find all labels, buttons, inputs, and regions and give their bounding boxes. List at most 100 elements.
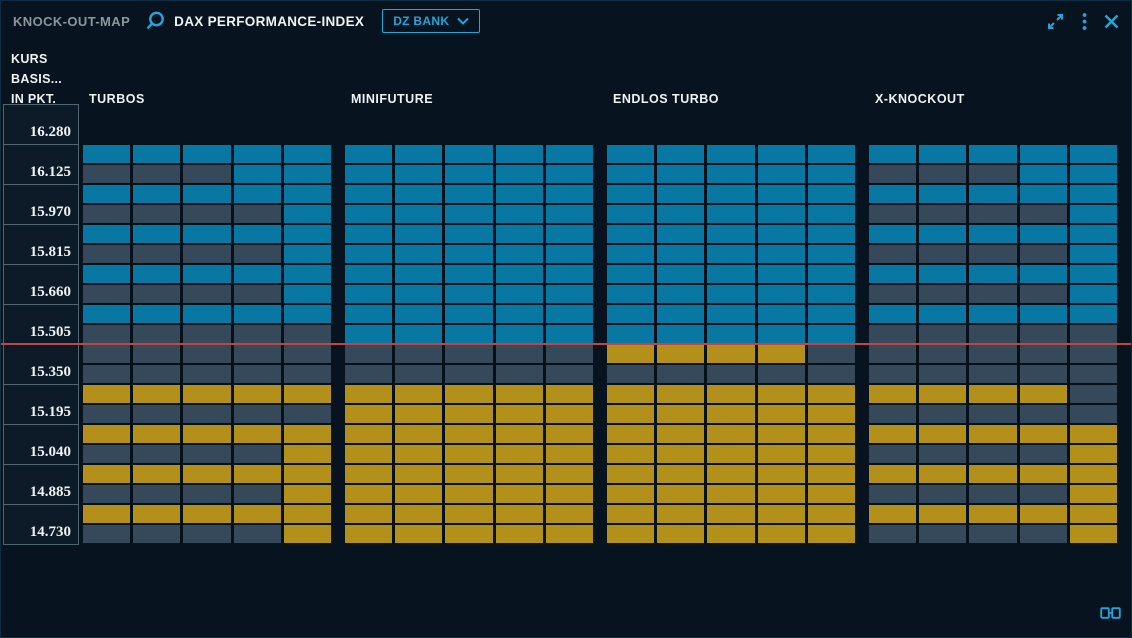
map-cell[interactable] (284, 185, 331, 203)
map-cell[interactable] (183, 245, 230, 263)
map-cell[interactable] (83, 345, 130, 363)
map-cell[interactable] (345, 405, 392, 423)
map-cell[interactable] (183, 285, 230, 303)
map-cell[interactable] (607, 285, 654, 303)
map-cell[interactable] (1020, 265, 1067, 283)
map-cell[interactable] (808, 165, 855, 183)
map-cell[interactable] (496, 285, 543, 303)
map-cell[interactable] (1070, 445, 1117, 463)
map-cell[interactable] (919, 225, 966, 243)
map-cell[interactable] (234, 365, 281, 383)
map-cell[interactable] (546, 225, 593, 243)
map-cell[interactable] (1020, 245, 1067, 263)
map-cell[interactable] (496, 205, 543, 223)
map-cell[interactable] (445, 465, 492, 483)
map-cell[interactable] (496, 505, 543, 523)
map-cell[interactable] (919, 385, 966, 403)
map-cell[interactable] (496, 245, 543, 263)
map-cell[interactable] (183, 445, 230, 463)
map-cell[interactable] (607, 225, 654, 243)
map-cell[interactable] (758, 325, 805, 343)
map-cell[interactable] (183, 525, 230, 543)
map-cell[interactable] (869, 225, 916, 243)
map-cell[interactable] (496, 145, 543, 163)
map-cell[interactable] (496, 405, 543, 423)
issuer-dropdown[interactable]: DZ BANK (382, 9, 480, 33)
map-cell[interactable] (919, 185, 966, 203)
map-cell[interactable] (919, 285, 966, 303)
map-cell[interactable] (707, 225, 754, 243)
map-cell[interactable] (707, 445, 754, 463)
map-cell[interactable] (1020, 525, 1067, 543)
map-cell[interactable] (657, 525, 704, 543)
map-cell[interactable] (234, 285, 281, 303)
map-cell[interactable] (1020, 285, 1067, 303)
map-cell[interactable] (607, 245, 654, 263)
map-cell[interactable] (869, 525, 916, 543)
map-cell[interactable] (395, 405, 442, 423)
map-cell[interactable] (607, 265, 654, 283)
map-cell[interactable] (969, 185, 1016, 203)
map-cell[interactable] (234, 485, 281, 503)
map-cell[interactable] (808, 525, 855, 543)
map-cell[interactable] (445, 145, 492, 163)
map-cell[interactable] (969, 305, 1016, 323)
map-cell[interactable] (234, 225, 281, 243)
map-cell[interactable] (83, 165, 130, 183)
map-cell[interactable] (657, 245, 704, 263)
map-cell[interactable] (1070, 465, 1117, 483)
map-cell[interactable] (546, 465, 593, 483)
map-cell[interactable] (345, 285, 392, 303)
map-cell[interactable] (496, 345, 543, 363)
map-cell[interactable] (869, 265, 916, 283)
map-cell[interactable] (607, 405, 654, 423)
map-cell[interactable] (183, 305, 230, 323)
map-cell[interactable] (1070, 305, 1117, 323)
map-cell[interactable] (445, 385, 492, 403)
map-cell[interactable] (133, 285, 180, 303)
map-cell[interactable] (707, 245, 754, 263)
map-cell[interactable] (758, 345, 805, 363)
map-cell[interactable] (919, 245, 966, 263)
map-cell[interactable] (546, 245, 593, 263)
map-cell[interactable] (395, 485, 442, 503)
map-cell[interactable] (345, 465, 392, 483)
map-cell[interactable] (707, 205, 754, 223)
map-cell[interactable] (1070, 325, 1117, 343)
map-cell[interactable] (284, 445, 331, 463)
map-cell[interactable] (345, 505, 392, 523)
map-cell[interactable] (183, 425, 230, 443)
map-cell[interactable] (1020, 165, 1067, 183)
map-cell[interactable] (496, 305, 543, 323)
map-cell[interactable] (808, 265, 855, 283)
map-cell[interactable] (919, 305, 966, 323)
map-cell[interactable] (395, 525, 442, 543)
map-cell[interactable] (445, 265, 492, 283)
map-cell[interactable] (607, 365, 654, 383)
map-cell[interactable] (345, 385, 392, 403)
map-cell[interactable] (919, 465, 966, 483)
map-cell[interactable] (707, 285, 754, 303)
map-cell[interactable] (395, 425, 442, 443)
map-cell[interactable] (345, 525, 392, 543)
map-cell[interactable] (284, 165, 331, 183)
map-cell[interactable] (808, 425, 855, 443)
map-cell[interactable] (657, 405, 704, 423)
map-cell[interactable] (445, 505, 492, 523)
map-cell[interactable] (445, 225, 492, 243)
map-cell[interactable] (445, 485, 492, 503)
map-cell[interactable] (869, 485, 916, 503)
map-cell[interactable] (234, 505, 281, 523)
map-cell[interactable] (284, 225, 331, 243)
map-cell[interactable] (345, 325, 392, 343)
map-cell[interactable] (707, 485, 754, 503)
map-cell[interactable] (1020, 465, 1067, 483)
map-cell[interactable] (133, 225, 180, 243)
map-cell[interactable] (657, 425, 704, 443)
map-cell[interactable] (284, 305, 331, 323)
map-cell[interactable] (919, 205, 966, 223)
map-cell[interactable] (1070, 485, 1117, 503)
map-cell[interactable] (1020, 385, 1067, 403)
map-cell[interactable] (133, 165, 180, 183)
map-cell[interactable] (969, 365, 1016, 383)
